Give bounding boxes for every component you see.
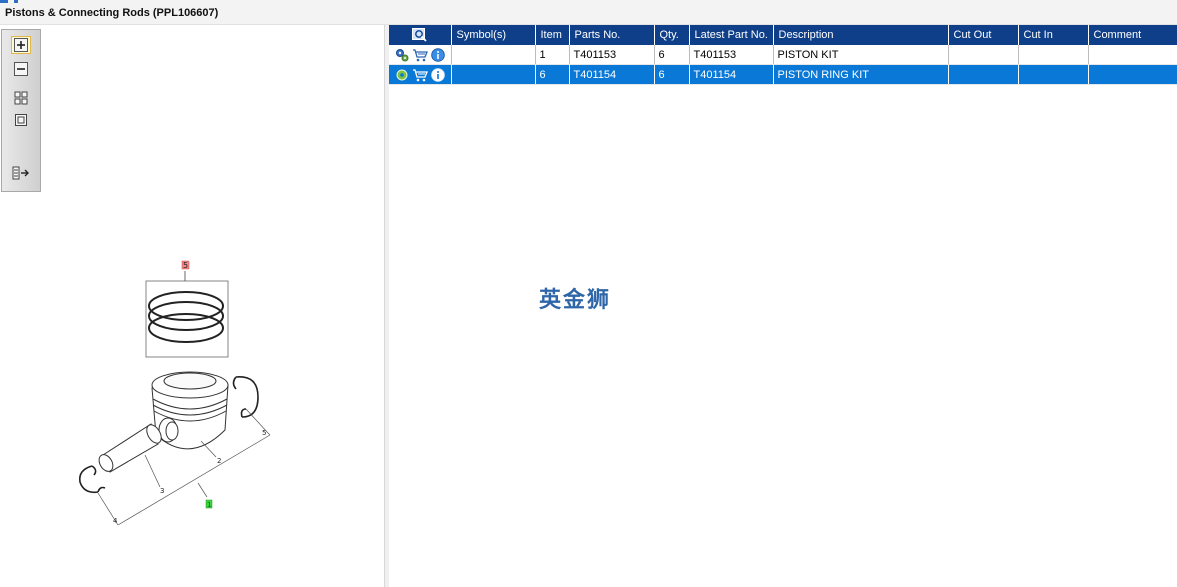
callout-label[interactable]: 2 xyxy=(217,457,221,465)
title-accent xyxy=(0,0,8,3)
row-actions xyxy=(389,64,452,85)
diagram-toolbar xyxy=(1,29,41,192)
cell-parts-no: T401153 xyxy=(569,45,655,65)
row-actions xyxy=(389,45,452,65)
piston[interactable] xyxy=(151,371,229,450)
fit-all-button[interactable] xyxy=(11,89,31,107)
cell-description: PISTON KIT xyxy=(773,45,949,65)
cell-item: 1 xyxy=(535,45,570,65)
info-icon[interactable] xyxy=(431,67,445,82)
column-header-cut-out[interactable]: Cut Out xyxy=(948,25,1019,45)
cell-cut-out xyxy=(948,45,1019,65)
zoom-in-button[interactable] xyxy=(11,36,31,54)
parts-list-pane: Symbol(s) Item Parts No. Qty. Latest Par… xyxy=(389,25,1177,587)
zoom-out-button[interactable] xyxy=(11,60,31,78)
callout-label[interactable]: 4 xyxy=(113,517,118,525)
title-accent xyxy=(14,0,18,3)
window-title: Pistons & Connecting Rods (PPL106607) xyxy=(5,7,219,19)
header-search-cell[interactable] xyxy=(389,25,452,45)
cell-parts-no: T401154 xyxy=(569,64,655,85)
zoom-in-icon xyxy=(14,38,28,52)
column-header-comment[interactable]: Comment xyxy=(1088,25,1177,45)
cart-icon[interactable] xyxy=(412,68,428,82)
callout-label[interactable]: 1 xyxy=(207,501,211,509)
column-header-item[interactable]: Item xyxy=(535,25,570,45)
cell-comment xyxy=(1088,45,1177,65)
cell-description: PISTON RING KIT xyxy=(773,64,949,85)
gear-icon[interactable] xyxy=(395,68,409,82)
diagram-pane[interactable]: 5 2 5 3 4 1 xyxy=(0,25,383,587)
square-icon xyxy=(15,114,27,126)
title-bar: Pistons & Connecting Rods (PPL106607) xyxy=(0,0,1177,25)
grid-icon xyxy=(14,91,28,105)
cell-comment xyxy=(1088,64,1177,85)
cell-symbols xyxy=(451,45,536,65)
search-icon[interactable] xyxy=(411,28,428,42)
cell-qty: 6 xyxy=(654,64,690,85)
cell-cut-in xyxy=(1018,64,1089,85)
circlip-right[interactable] xyxy=(232,376,259,418)
info-icon[interactable] xyxy=(431,47,445,62)
show-list-button[interactable] xyxy=(11,164,31,182)
cell-cut-out xyxy=(948,64,1019,85)
watermark-text: 英金狮 xyxy=(539,288,612,313)
parts-diagram[interactable]: 5 2 5 3 4 1 xyxy=(0,25,383,587)
column-header-description[interactable]: Description xyxy=(773,25,949,45)
column-header-symbols[interactable]: Symbol(s) xyxy=(451,25,536,45)
cell-latest-part-no: T401153 xyxy=(689,45,774,65)
callout-label[interactable]: 5 xyxy=(183,261,188,270)
cell-item: 6 xyxy=(535,64,570,85)
list-arrow-icon xyxy=(12,166,29,180)
cell-qty: 6 xyxy=(654,45,690,65)
callout-label[interactable]: 5 xyxy=(262,429,266,437)
actual-size-button[interactable] xyxy=(11,111,31,129)
cart-icon[interactable] xyxy=(412,48,428,62)
column-header-cut-in[interactable]: Cut In xyxy=(1018,25,1089,45)
table-row-selected[interactable]: 6 T401154 6 T401154 PISTON RING KIT xyxy=(389,64,1177,85)
column-header-parts-no[interactable]: Parts No. xyxy=(569,25,655,45)
parts-table: Symbol(s) Item Parts No. Qty. Latest Par… xyxy=(389,25,1177,85)
circlip-left[interactable] xyxy=(78,465,106,494)
callout-label[interactable]: 3 xyxy=(160,487,164,495)
gears-icon[interactable] xyxy=(395,48,409,62)
cell-latest-part-no: T401154 xyxy=(689,64,774,85)
column-header-qty[interactable]: Qty. xyxy=(654,25,690,45)
zoom-out-icon xyxy=(14,62,28,76)
table-header-row: Symbol(s) Item Parts No. Qty. Latest Par… xyxy=(389,25,1177,45)
cell-cut-in xyxy=(1018,45,1089,65)
column-header-latest-part-no[interactable]: Latest Part No. xyxy=(689,25,774,45)
table-row[interactable]: 1 T401153 6 T401153 PISTON KIT xyxy=(389,45,1177,65)
cell-symbols xyxy=(451,64,536,85)
gudgeon-pin[interactable] xyxy=(96,422,164,473)
